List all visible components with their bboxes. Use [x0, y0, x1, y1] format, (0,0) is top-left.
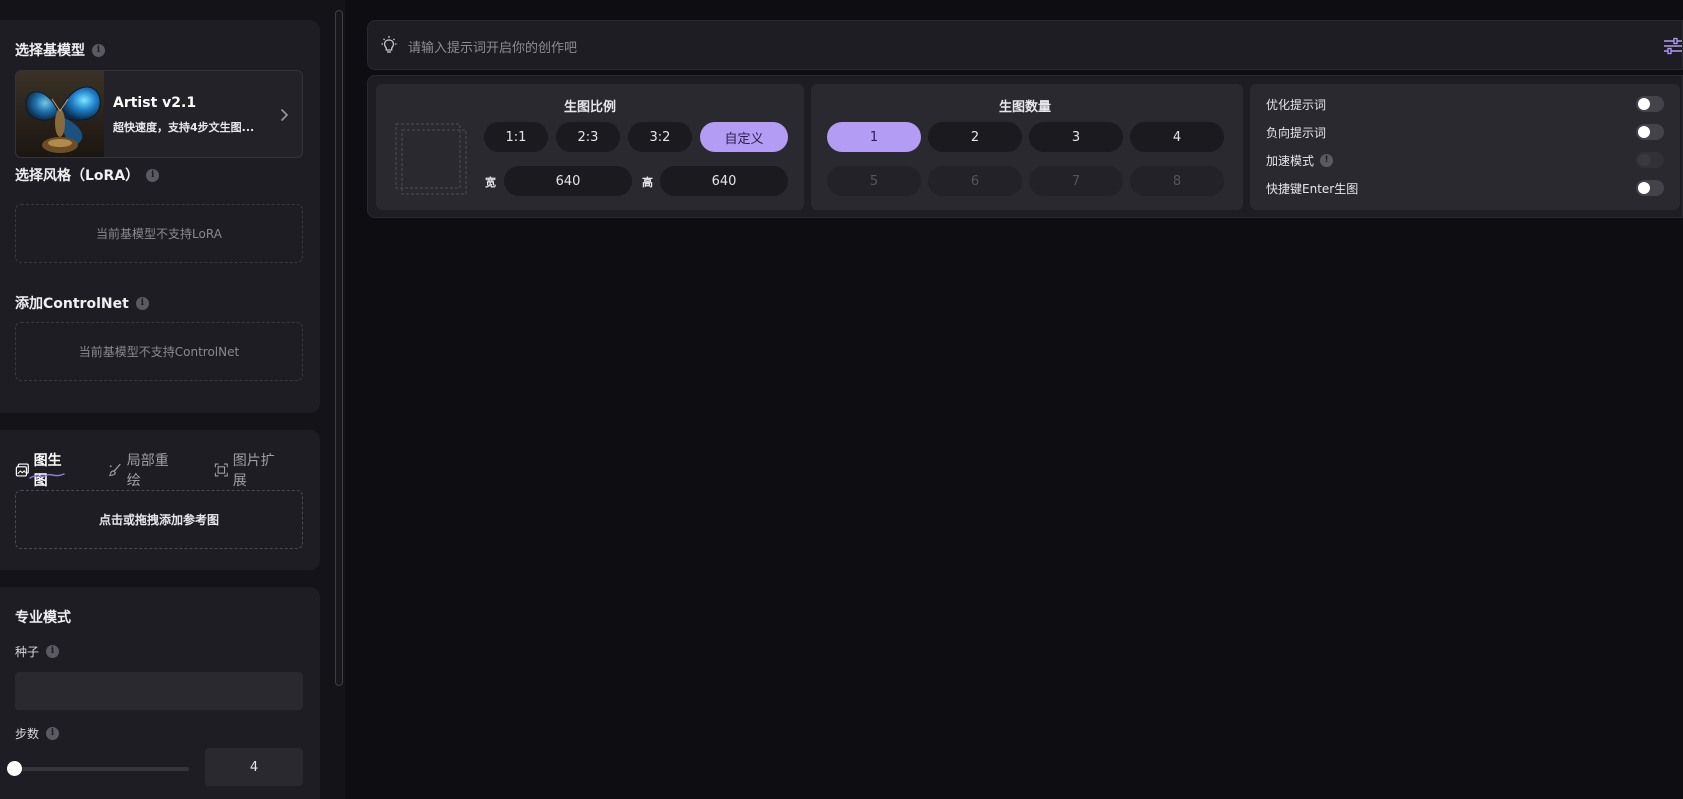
tab-active-underline — [29, 473, 65, 479]
steps-slider-track[interactable] — [14, 767, 189, 771]
generation-options-panel: 生图比例 1:1 2:3 3:2 自定义 宽 640 高 640 生图数量 1 … — [367, 75, 1683, 218]
image-count-title: 生图数量 — [999, 100, 1052, 115]
tab-outpaint[interactable]: 图片扩展 — [214, 450, 284, 490]
toggle-row-accelerate: 加速模式 ! — [1266, 150, 1664, 170]
ratio-option-2-3[interactable]: 2:3 — [556, 122, 620, 152]
image-input-card: 图生图 局部重绘 图片扩展 点击或拖拽添加参考图 — [0, 430, 320, 570]
enter-shortcut-toggle[interactable] — [1636, 180, 1664, 196]
expand-image-icon — [214, 463, 228, 477]
count-option-2[interactable]: 2 — [928, 122, 1022, 152]
chevron-right-icon — [281, 109, 289, 121]
prompt-input-bar[interactable]: 请输入提示词开启你的创作吧 — [367, 20, 1683, 70]
model-settings-card: 选择基模型 i Artist v2.1 超快速度，支持4步文生图... 选择风格… — [0, 20, 320, 413]
count-option-7: 7 — [1029, 166, 1123, 196]
lora-title: 选择风格（LoRA） i — [15, 165, 160, 185]
tab-inpaint[interactable]: 局部重绘 — [108, 450, 178, 490]
aspect-ratio-card: 生图比例 1:1 2:3 3:2 自定义 宽 640 高 640 — [376, 84, 804, 210]
count-option-4[interactable]: 4 — [1130, 122, 1224, 152]
tab-img2img[interactable]: 图生图 — [15, 450, 72, 490]
toggle-row-negative-prompt: 负向提示词 — [1266, 122, 1664, 142]
brush-icon — [109, 463, 121, 477]
aspect-ratio-preview — [395, 123, 467, 195]
lightbulb-icon — [381, 36, 397, 53]
model-name: Artist v2.1 — [113, 95, 197, 111]
reference-image-upload[interactable]: 点击或拖拽添加参考图 — [15, 490, 303, 549]
ratio-option-1-1[interactable]: 1:1 — [484, 122, 548, 152]
count-option-3[interactable]: 3 — [1029, 122, 1123, 152]
width-input[interactable]: 640 — [504, 166, 632, 196]
pro-mode-title: 专业模式 — [15, 610, 71, 626]
negative-prompt-toggle[interactable] — [1636, 124, 1664, 140]
info-icon[interactable]: i — [46, 727, 60, 740]
info-icon[interactable]: i — [92, 43, 105, 57]
pro-mode-card: 专业模式 种子 i 步数 i 4 — [0, 587, 320, 799]
seed-input[interactable] — [15, 672, 303, 710]
sliders-settings-icon[interactable] — [1664, 37, 1682, 55]
warning-icon[interactable]: ! — [1320, 153, 1334, 167]
steps-slider-handle[interactable] — [7, 761, 22, 776]
ratio-option-custom[interactable]: 自定义 — [700, 122, 788, 152]
info-icon[interactable]: i — [135, 296, 149, 310]
images-icon — [15, 463, 29, 477]
width-label: 宽 — [485, 176, 496, 189]
image-count-card: 生图数量 1 2 3 4 5 6 7 8 — [811, 84, 1243, 210]
image-mode-tabs: 图生图 局部重绘 图片扩展 — [15, 450, 320, 490]
steps-input[interactable]: 4 — [205, 748, 303, 786]
model-thumbnail-image — [16, 71, 104, 157]
sidebar: 选择基模型 i Artist v2.1 超快速度，支持4步文生图... 选择风格… — [0, 0, 345, 799]
optimize-prompt-toggle[interactable] — [1636, 96, 1664, 112]
app-root: 选择基模型 i Artist v2.1 超快速度，支持4步文生图... 选择风格… — [0, 0, 1683, 799]
toggle-row-optimize-prompt: 优化提示词 — [1266, 94, 1664, 114]
sidebar-scrollbar[interactable] — [335, 10, 343, 686]
info-icon[interactable]: i — [146, 168, 160, 182]
aspect-ratio-title: 生图比例 — [564, 100, 617, 115]
accelerate-mode-toggle — [1636, 152, 1664, 168]
steps-label: 步数 i — [15, 725, 60, 742]
seed-label: 种子 i — [15, 643, 60, 660]
info-icon[interactable]: i — [46, 645, 60, 658]
count-option-1[interactable]: 1 — [827, 122, 921, 152]
base-model-title: 选择基模型 i — [15, 40, 105, 60]
count-option-5: 5 — [827, 166, 921, 196]
controlnet-title: 添加ControlNet i — [15, 293, 149, 313]
ratio-option-3-2[interactable]: 3:2 — [628, 122, 692, 152]
base-model-selector[interactable]: Artist v2.1 超快速度，支持4步文生图... — [15, 70, 303, 158]
controlnet-empty-box: 当前基模型不支持ControlNet — [15, 322, 303, 381]
lora-empty-box: 当前基模型不支持LoRA — [15, 204, 303, 263]
prompt-placeholder: 请输入提示词开启你的创作吧 — [408, 41, 578, 56]
count-option-6: 6 — [928, 166, 1022, 196]
height-label: 高 — [642, 176, 653, 189]
toggle-options-card: 优化提示词 负向提示词 加速模式 ! 快捷键Enter生图 — [1250, 84, 1680, 210]
model-description: 超快速度，支持4步文生图... — [113, 121, 255, 134]
height-input[interactable]: 640 — [660, 166, 788, 196]
count-option-8: 8 — [1130, 166, 1224, 196]
toggle-row-enter-shortcut: 快捷键Enter生图 — [1266, 178, 1664, 198]
